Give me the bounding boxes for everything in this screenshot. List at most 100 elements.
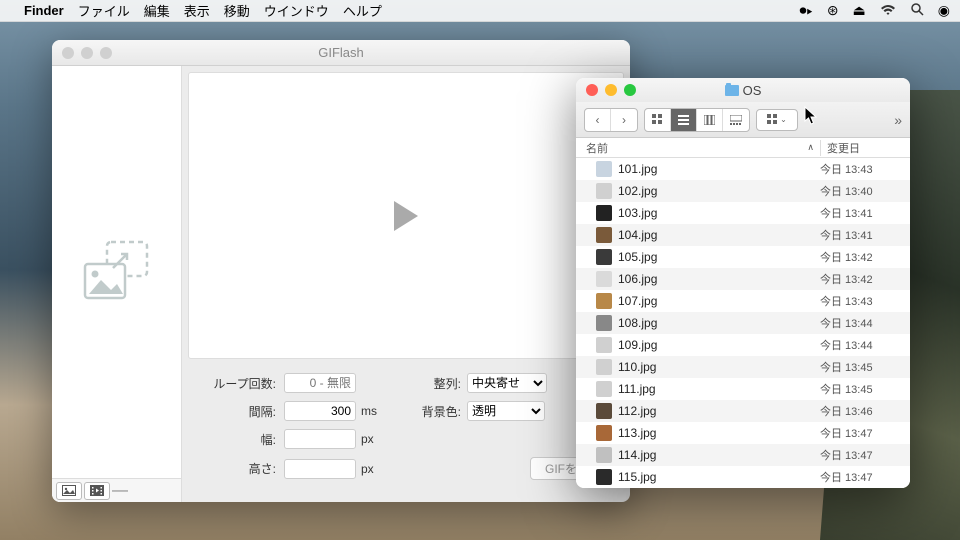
file-name: 107.jpg	[618, 294, 820, 308]
file-thumbnail-icon	[596, 425, 612, 441]
file-thumbnail-icon	[596, 315, 612, 331]
file-name: 111.jpg	[618, 382, 820, 396]
file-name: 113.jpg	[618, 426, 820, 440]
loop-label: ループ回数:	[196, 375, 276, 392]
gifflash-sidebar: —	[52, 66, 182, 502]
menubar: Finder ファイル 編集 表示 移動 ウインドウ ヘルプ ⏺▸ ⊛ ⏏ ◉	[0, 0, 960, 22]
file-row[interactable]: 109.jpg今日 13:44	[576, 334, 910, 356]
view-buttons	[644, 108, 750, 132]
date-column[interactable]: 変更日	[820, 140, 910, 156]
align-label: 整列:	[415, 375, 461, 392]
file-name: 102.jpg	[618, 184, 820, 198]
file-row[interactable]: 112.jpg今日 13:46	[576, 400, 910, 422]
siri-icon[interactable]: ◉	[938, 2, 950, 19]
app-name[interactable]: Finder	[24, 3, 64, 18]
icon-view-button[interactable]	[645, 109, 671, 131]
menu-file[interactable]: ファイル	[78, 1, 130, 20]
file-row[interactable]: 102.jpg今日 13:40	[576, 180, 910, 202]
file-date: 今日 13:45	[820, 359, 910, 375]
file-thumbnail-icon	[596, 183, 612, 199]
file-thumbnail-icon	[596, 447, 612, 463]
file-date: 今日 13:46	[820, 403, 910, 419]
finder-titlebar[interactable]: OS	[576, 78, 910, 102]
finder-title: OS	[743, 83, 762, 98]
file-thumbnail-icon	[596, 381, 612, 397]
px-unit-1: px	[361, 432, 385, 446]
menu-view[interactable]: 表示	[184, 1, 210, 20]
file-row[interactable]: 105.jpg今日 13:42	[576, 246, 910, 268]
file-date: 今日 13:41	[820, 205, 910, 221]
gallery-view-button[interactable]	[723, 109, 749, 131]
file-name: 105.jpg	[618, 250, 820, 264]
gifflash-titlebar[interactable]: GIFlash	[52, 40, 630, 66]
file-row[interactable]: 111.jpg今日 13:45	[576, 378, 910, 400]
file-thumbnail-icon	[596, 161, 612, 177]
file-row[interactable]: 106.jpg今日 13:42	[576, 268, 910, 290]
file-name: 108.jpg	[618, 316, 820, 330]
file-name: 104.jpg	[618, 228, 820, 242]
eject-icon[interactable]: ⏏	[853, 2, 866, 19]
list-view-button[interactable]	[671, 109, 697, 131]
menu-edit[interactable]: 編集	[144, 1, 170, 20]
file-row[interactable]: 110.jpg今日 13:45	[576, 356, 910, 378]
gifflash-window: GIFlash —	[52, 40, 630, 502]
more-button[interactable]: »	[894, 112, 902, 128]
file-thumbnail-icon	[596, 337, 612, 353]
file-name: 109.jpg	[618, 338, 820, 352]
file-date: 今日 13:45	[820, 381, 910, 397]
video-mode-button[interactable]	[84, 482, 110, 500]
file-row[interactable]: 108.jpg今日 13:44	[576, 312, 910, 334]
back-button[interactable]: ‹	[585, 109, 611, 131]
arrange-button[interactable]: ⌄	[756, 109, 798, 131]
file-date: 今日 13:40	[820, 183, 910, 199]
menu-window[interactable]: ウインドウ	[264, 1, 329, 20]
align-select[interactable]: 中央寄せ	[467, 373, 547, 393]
finder-window: OS ‹ › ⌄ » 名前∧ 変更日 101.jpg今日 13:43102.jp…	[576, 78, 910, 488]
file-row[interactable]: 103.jpg今日 13:41	[576, 202, 910, 224]
file-row[interactable]: 114.jpg今日 13:47	[576, 444, 910, 466]
name-column[interactable]: 名前	[586, 140, 608, 156]
height-input[interactable]	[284, 459, 356, 479]
file-thumbnail-icon	[596, 205, 612, 221]
folder-icon	[725, 85, 739, 96]
file-date: 今日 13:41	[820, 227, 910, 243]
file-date: 今日 13:42	[820, 249, 910, 265]
file-date: 今日 13:47	[820, 469, 910, 485]
file-name: 101.jpg	[618, 162, 820, 176]
image-mode-button[interactable]	[56, 482, 82, 500]
file-name: 112.jpg	[618, 404, 820, 418]
interval-label: 間隔:	[196, 403, 276, 420]
accessibility-icon[interactable]: ⊛	[827, 2, 839, 19]
file-name: 103.jpg	[618, 206, 820, 220]
file-name: 106.jpg	[618, 272, 820, 286]
width-input[interactable]	[284, 429, 356, 449]
file-thumbnail-icon	[596, 227, 612, 243]
interval-input[interactable]	[284, 401, 356, 421]
column-view-button[interactable]	[697, 109, 723, 131]
file-date: 今日 13:44	[820, 315, 910, 331]
file-date: 今日 13:44	[820, 337, 910, 353]
finder-toolbar: ‹ › ⌄ »	[576, 102, 910, 138]
file-row[interactable]: 104.jpg今日 13:41	[576, 224, 910, 246]
file-name: 114.jpg	[618, 448, 820, 462]
file-row[interactable]: 113.jpg今日 13:47	[576, 422, 910, 444]
file-row[interactable]: 115.jpg今日 13:47	[576, 466, 910, 488]
sidebar-toolbar: —	[52, 478, 181, 502]
menu-help[interactable]: ヘルプ	[343, 1, 382, 20]
width-label: 幅:	[196, 431, 276, 448]
screenrec-icon[interactable]: ⏺▸	[799, 2, 812, 19]
forward-button[interactable]: ›	[611, 109, 637, 131]
bg-select[interactable]: 透明	[467, 401, 545, 421]
ms-unit: ms	[361, 404, 385, 418]
file-row[interactable]: 107.jpg今日 13:43	[576, 290, 910, 312]
spotlight-icon[interactable]	[910, 2, 924, 19]
wifi-icon[interactable]	[880, 3, 896, 19]
file-row[interactable]: 101.jpg今日 13:43	[576, 158, 910, 180]
file-list[interactable]: 101.jpg今日 13:43102.jpg今日 13:40103.jpg今日 …	[576, 158, 910, 488]
file-thumbnail-icon	[596, 403, 612, 419]
menu-go[interactable]: 移動	[224, 1, 250, 20]
image-dropzone[interactable]	[52, 66, 181, 478]
file-thumbnail-icon	[596, 469, 612, 485]
loop-input[interactable]	[284, 373, 356, 393]
preview-area[interactable]	[188, 72, 624, 359]
